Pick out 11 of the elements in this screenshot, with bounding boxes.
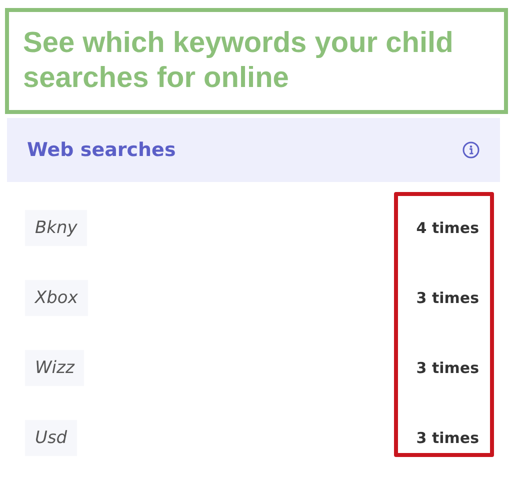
search-count: 4 times bbox=[416, 218, 479, 237]
keyword-tag: Usd bbox=[25, 420, 78, 456]
search-count: 3 times bbox=[416, 358, 479, 377]
keyword-tag: Xbox bbox=[25, 280, 88, 316]
info-icon[interactable] bbox=[462, 141, 480, 159]
keyword-tag: Bkny bbox=[25, 210, 88, 246]
panel-title: Web searches bbox=[27, 139, 176, 161]
search-count: 3 times bbox=[416, 288, 479, 307]
keyword-tag: Wizz bbox=[25, 350, 84, 386]
search-count: 3 times bbox=[416, 428, 479, 447]
callout-text: See which keywords your child searches for online bbox=[23, 26, 454, 96]
